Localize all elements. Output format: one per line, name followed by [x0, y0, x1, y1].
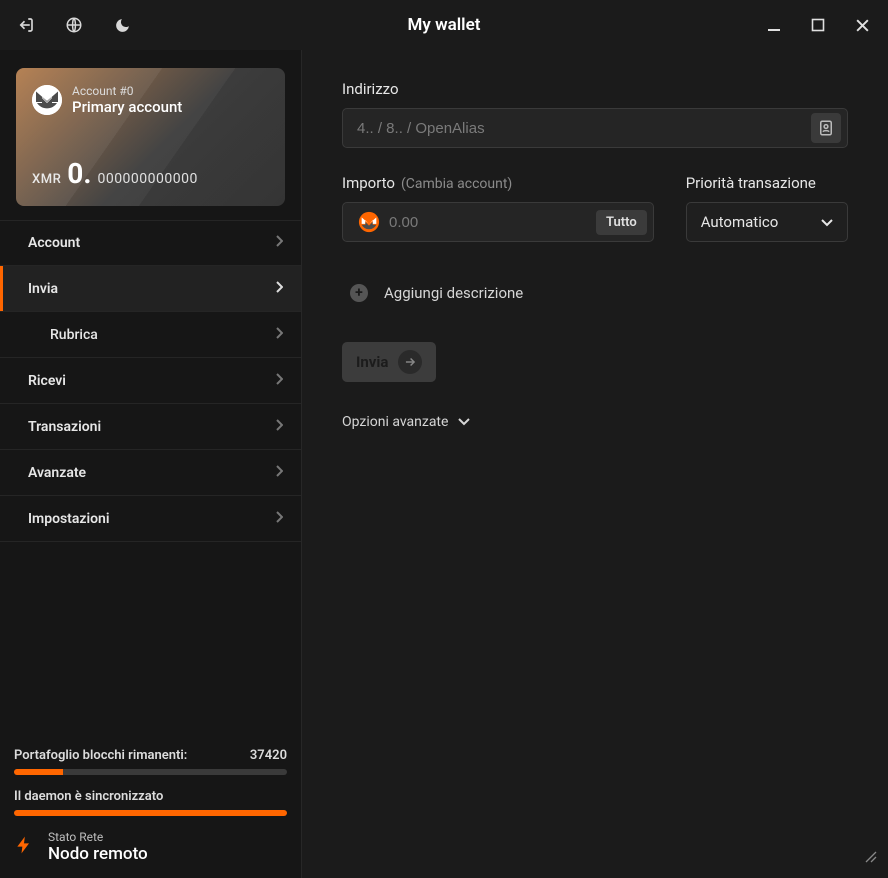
balance-ticker: XMR	[32, 172, 61, 187]
plus-circle-icon: +	[350, 284, 368, 302]
nav-send[interactable]: Invia	[0, 266, 301, 312]
network-status-label: Stato Rete	[48, 830, 148, 844]
chevron-right-icon	[275, 281, 283, 297]
change-account-hint[interactable]: (Cambia account)	[401, 176, 512, 192]
monero-logo-icon	[32, 85, 62, 115]
wallet-sync-value: 37420	[250, 748, 287, 763]
maximize-button[interactable]	[808, 15, 828, 35]
address-input[interactable]	[357, 120, 803, 137]
nav-label: Transazioni	[28, 419, 101, 435]
nav: Account Invia Rubrica Ricevi Transazioni…	[0, 220, 301, 542]
chevron-right-icon	[275, 465, 283, 481]
address-input-wrap	[342, 108, 848, 148]
advanced-options-label: Opzioni avanzate	[342, 414, 448, 430]
send-button[interactable]: Invia	[342, 342, 436, 382]
address-label: Indirizzo	[342, 80, 848, 98]
logout-icon[interactable]	[16, 15, 36, 35]
nav-label: Rubrica	[50, 327, 98, 343]
chevron-right-icon	[275, 511, 283, 527]
moon-icon[interactable]	[112, 15, 132, 35]
minimize-button[interactable]	[764, 15, 784, 35]
account-title: Primary account	[72, 98, 182, 116]
balance: XMR 0. 000000000000	[32, 157, 198, 190]
priority-select[interactable]: Automatico	[686, 202, 848, 242]
balance-int: 0.	[67, 157, 91, 190]
addressbook-button[interactable]	[811, 113, 841, 143]
chevron-right-icon	[275, 419, 283, 435]
nav-settings[interactable]: Impostazioni	[0, 496, 301, 542]
nav-label: Invia	[28, 281, 58, 297]
network-status-value: Nodo remoto	[48, 844, 148, 864]
content: Indirizzo Importo (Cambia account) Tutto	[302, 50, 888, 878]
send-button-label: Invia	[356, 353, 388, 371]
resize-handle[interactable]	[864, 850, 878, 868]
sidebar-footer: Portafoglio blocchi rimanenti: 37420 Il …	[0, 736, 301, 878]
advanced-options-toggle[interactable]: Opzioni avanzate	[342, 414, 848, 430]
nav-label: Avanzate	[28, 465, 86, 481]
nav-account[interactable]: Account	[0, 220, 301, 266]
chevron-right-icon	[275, 327, 283, 343]
nav-label: Ricevi	[28, 373, 66, 389]
wallet-sync-progress	[14, 769, 287, 775]
titlebar: My wallet	[0, 0, 888, 50]
network-status[interactable]: Stato Rete Nodo remoto	[14, 830, 287, 864]
sidebar: Account #0 Primary account XMR 0. 000000…	[0, 50, 302, 878]
nav-label: Account	[28, 235, 80, 251]
chevron-down-icon	[821, 213, 833, 231]
nav-advanced[interactable]: Avanzate	[0, 450, 301, 496]
amount-all-button[interactable]: Tutto	[596, 210, 647, 235]
bolt-icon	[14, 831, 34, 863]
arrow-right-circle-icon	[398, 350, 422, 374]
nav-label: Impostazioni	[28, 511, 110, 527]
amount-input[interactable]	[389, 214, 588, 231]
nav-addressbook[interactable]: Rubrica	[0, 312, 301, 358]
add-description-button[interactable]: + Aggiungi descrizione	[342, 284, 848, 302]
daemon-sync-progress	[14, 810, 287, 816]
close-button[interactable]	[852, 15, 872, 35]
chevron-right-icon	[275, 373, 283, 389]
balance-dec: 000000000000	[97, 171, 197, 187]
window-title: My wallet	[0, 15, 888, 35]
account-card[interactable]: Account #0 Primary account XMR 0. 000000…	[16, 68, 285, 206]
priority-value: Automatico	[701, 213, 779, 231]
amount-input-wrap: Tutto	[342, 202, 654, 242]
chevron-right-icon	[275, 235, 283, 251]
wallet-sync-label: Portafoglio blocchi rimanenti:	[14, 748, 187, 763]
priority-label: Priorità transazione	[686, 174, 848, 192]
globe-icon[interactable]	[64, 15, 84, 35]
add-description-label: Aggiungi descrizione	[384, 284, 523, 302]
nav-transactions[interactable]: Transazioni	[0, 404, 301, 450]
chevron-down-icon	[458, 414, 470, 430]
daemon-sync-label: Il daemon è sincronizzato	[14, 789, 287, 804]
amount-label: Importo (Cambia account)	[342, 174, 654, 192]
account-subtitle: Account #0	[72, 84, 182, 98]
nav-receive[interactable]: Ricevi	[0, 358, 301, 404]
monero-coin-icon	[357, 210, 381, 234]
